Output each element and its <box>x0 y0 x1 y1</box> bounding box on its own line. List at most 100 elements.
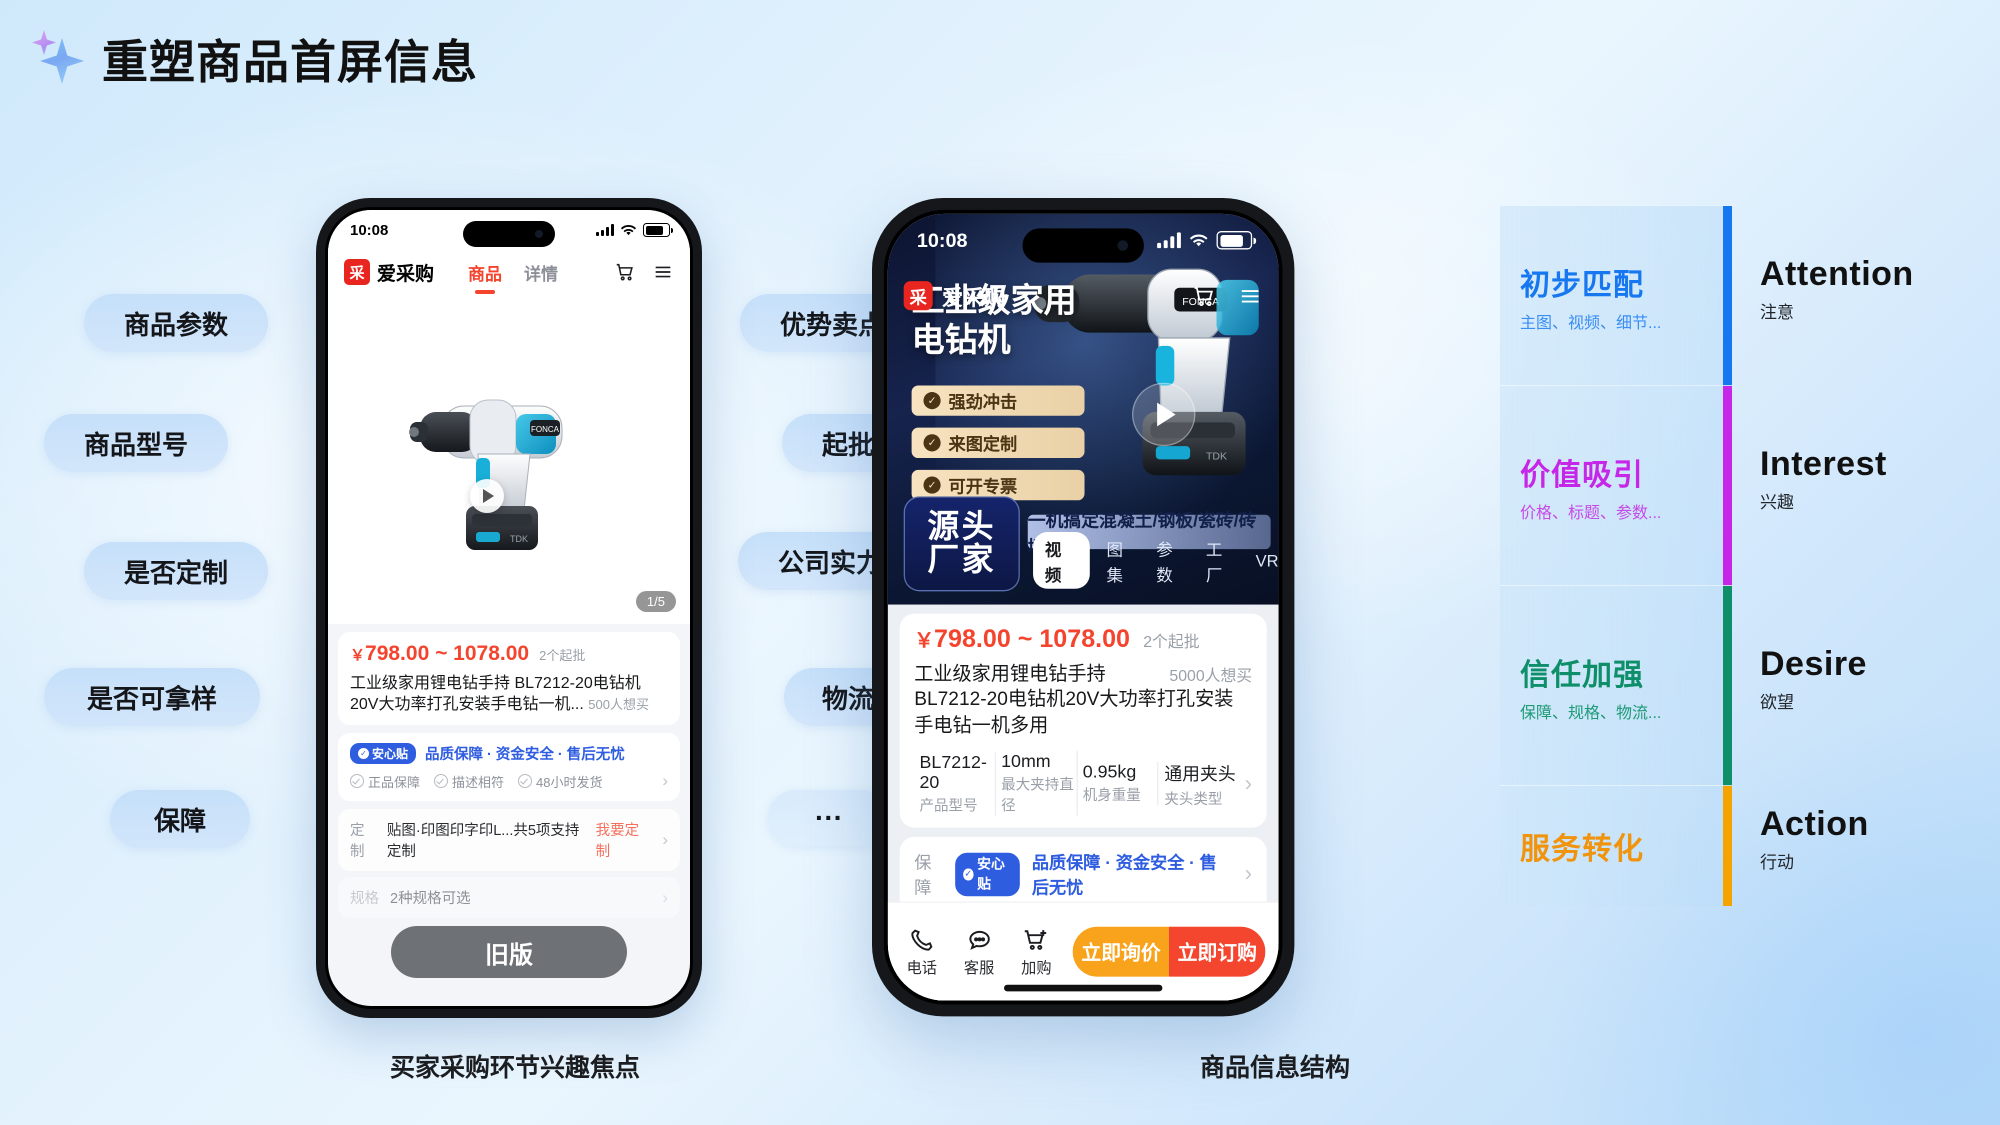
play-icon[interactable] <box>470 479 504 513</box>
menu-icon[interactable] <box>652 261 674 283</box>
aida-cn: 行动 <box>1760 853 1794 872</box>
tab-phone[interactable]: 电话 <box>901 926 942 977</box>
order-button[interactable]: 立即订购 <box>1169 926 1266 977</box>
aida-label-desire: Desire 欲望 <box>1760 645 1867 713</box>
pill-label: 是否定制 <box>123 557 228 588</box>
left-phone-mockup: 10:08 采 爱采购 商品 详情 FONCA TDK 1/5 ￥798.00 … <box>316 198 702 1018</box>
aida-sub: 主图、视频、细节... <box>1520 314 1662 332</box>
chevron-right-icon[interactable]: › <box>662 830 668 850</box>
spec-key: 夹头类型 <box>1164 791 1223 808</box>
aida-zh: 价值吸引 <box>1520 458 1644 492</box>
tab-service[interactable]: 客服 <box>958 926 999 977</box>
spec-value: 通用夹头 <box>1164 763 1236 784</box>
aida-sub: 价格、标题、参数... <box>1520 504 1662 522</box>
wifi-icon <box>1189 233 1208 246</box>
left-nav-tabs: 商品 详情 <box>468 260 558 285</box>
spec-item: 0.95kg 机身重量 <box>1077 761 1160 806</box>
guarantee-item: 描述相符 <box>452 774 505 790</box>
wifi-icon <box>620 224 637 235</box>
left-caption: 买家采购环节兴趣焦点 <box>390 1054 641 1082</box>
anxin-badge: ✓ 安心贴 <box>955 852 1020 896</box>
home-indicator <box>1004 984 1163 992</box>
pill-label: 保障 <box>153 805 206 836</box>
spec-item: 通用夹头 夹头类型 <box>1159 759 1239 809</box>
menu-icon[interactable] <box>1238 283 1263 308</box>
battery-icon <box>1216 231 1257 250</box>
tab-product[interactable]: 商品 <box>468 260 502 285</box>
old-version-button[interactable]: 旧版 <box>391 926 627 978</box>
right-price-card: ￥798.00 ~ 1078.00 2个起批 5000人想买 工业级家用锂电钻手持… <box>899 613 1267 828</box>
aida-label-attention: Attention 注意 <box>1760 255 1914 323</box>
logo-mark: 采 <box>903 281 933 311</box>
left-product-gallery[interactable]: FONCA TDK 1/5 <box>328 294 690 624</box>
moq-label: 2个起批 <box>1143 632 1200 651</box>
pill-label: 是否可拿样 <box>86 683 217 714</box>
selling-tag-label: 强劲冲击 <box>948 392 1018 412</box>
aida-cn: 注意 <box>1760 303 1794 322</box>
pill-label: 商品型号 <box>83 429 188 460</box>
pill-left-4[interactable]: 保障 <box>110 790 250 848</box>
inquiry-button[interactable]: 立即询价 <box>1072 926 1170 977</box>
aida-en: Attention <box>1760 255 1914 293</box>
pill-label: ··· <box>815 802 843 833</box>
chevron-right-icon[interactable]: › <box>1245 771 1252 797</box>
tab-label: 加购 <box>1021 960 1052 977</box>
media-tab-vr[interactable]: VR <box>1256 551 1279 569</box>
right-hero-banner[interactable]: 10:08 采 爱采购 FONCA TDK 工业级家用 电钻机 ✓ 强劲冲击 ✓… <box>887 213 1279 605</box>
media-tab-factory[interactable]: 工厂 <box>1206 535 1239 585</box>
currency-symbol: ￥ <box>914 629 935 653</box>
chevron-right-icon[interactable]: › <box>662 888 668 908</box>
spec-value: 0.95kg <box>1082 761 1137 782</box>
logo-name: 爱采购 <box>377 263 435 285</box>
spec-key: 机身重量 <box>1082 788 1141 805</box>
media-tab-params[interactable]: 参数 <box>1156 535 1189 585</box>
left-spec-row[interactable]: 规格 2种规格可选 › <box>338 877 680 919</box>
play-icon[interactable] <box>1132 382 1196 447</box>
spec-summary-row[interactable]: BL7212-20 产品型号 10mm 最大夹持直径 0.95kg 机身重量 通用夹头… <box>914 751 1252 817</box>
guarantee-headline: 品质保障 · 资金安全 · 售后无忧 <box>425 747 625 764</box>
logo-mark: 采 <box>344 259 370 285</box>
aida-block-interest: 价值吸引 价格、标题、参数... <box>1500 385 1732 586</box>
spec-key: 产品型号 <box>919 798 978 815</box>
chevron-right-icon[interactable]: › <box>662 771 668 791</box>
spec-value: BL7212-20 <box>919 752 987 792</box>
row-key: 定制 <box>350 823 365 861</box>
right-caption: 商品信息结构 <box>1200 1054 1351 1082</box>
pill-left-0[interactable]: 商品参数 <box>84 294 268 352</box>
cart-icon[interactable] <box>1191 283 1216 308</box>
guarantee-item: 正品保障 <box>368 774 421 790</box>
cart-icon[interactable] <box>614 261 636 283</box>
drill-product-image: FONCA TDK <box>409 399 563 550</box>
selling-tag-label: 可开专票 <box>948 476 1018 497</box>
aida-en: Action <box>1760 805 1869 843</box>
aida-sub: 保障、规格、物流... <box>1520 704 1662 722</box>
aida-block-desire: 信任加强 保障、规格、物流... <box>1500 585 1732 786</box>
svg-text:TDK: TDK <box>1206 450 1227 462</box>
pill-left-1[interactable]: 商品型号 <box>44 414 228 472</box>
pill-left-2[interactable]: 是否定制 <box>84 542 268 600</box>
selling-tag-label: 来图定制 <box>948 434 1018 455</box>
aida-block-attention: 初步匹配 主图、视频、细节... <box>1500 205 1732 386</box>
pill-left-3[interactable]: 是否可拿样 <box>44 668 260 726</box>
tab-add-cart[interactable]: 加购 <box>1016 926 1057 977</box>
media-tab-gallery[interactable]: 图集 <box>1107 535 1140 585</box>
selling-tag: ✓ 来图定制 <box>911 427 1085 459</box>
spec-item: BL7212-20 产品型号 <box>914 752 996 816</box>
left-custom-row[interactable]: 定制 贴图·印图印字印L...共5项支持定制 我要定制 › <box>338 809 680 872</box>
page-header: 重塑商品首屏信息 <box>30 26 478 92</box>
media-tab-video[interactable]: 视频 <box>1033 531 1090 589</box>
price-row: ￥798.00 ~ 1078.00 2个起批 <box>914 626 1252 655</box>
price-value: 798.00 ~ 1078.00 <box>365 642 530 665</box>
spec-value: 10mm <box>1001 751 1051 772</box>
row-action[interactable]: 我要定制 <box>596 819 648 861</box>
pill-label: 物流 <box>821 683 874 714</box>
tab-detail[interactable]: 详情 <box>524 260 558 285</box>
chevron-right-icon[interactable]: › <box>1245 861 1252 887</box>
anxin-badge-label: 安心贴 <box>372 747 409 762</box>
moq-label: 2个起批 <box>539 648 586 663</box>
aida-zh: 信任加强 <box>1520 658 1644 692</box>
chat-icon <box>968 930 990 950</box>
left-guarantee-card[interactable]: ✓ 安心贴 品质保障 · 资金安全 · 售后无忧 正品保障 描述相符 48小时发货… <box>338 733 680 802</box>
tab-label: 电话 <box>906 960 937 977</box>
aida-zh: 初步匹配 <box>1520 268 1644 302</box>
